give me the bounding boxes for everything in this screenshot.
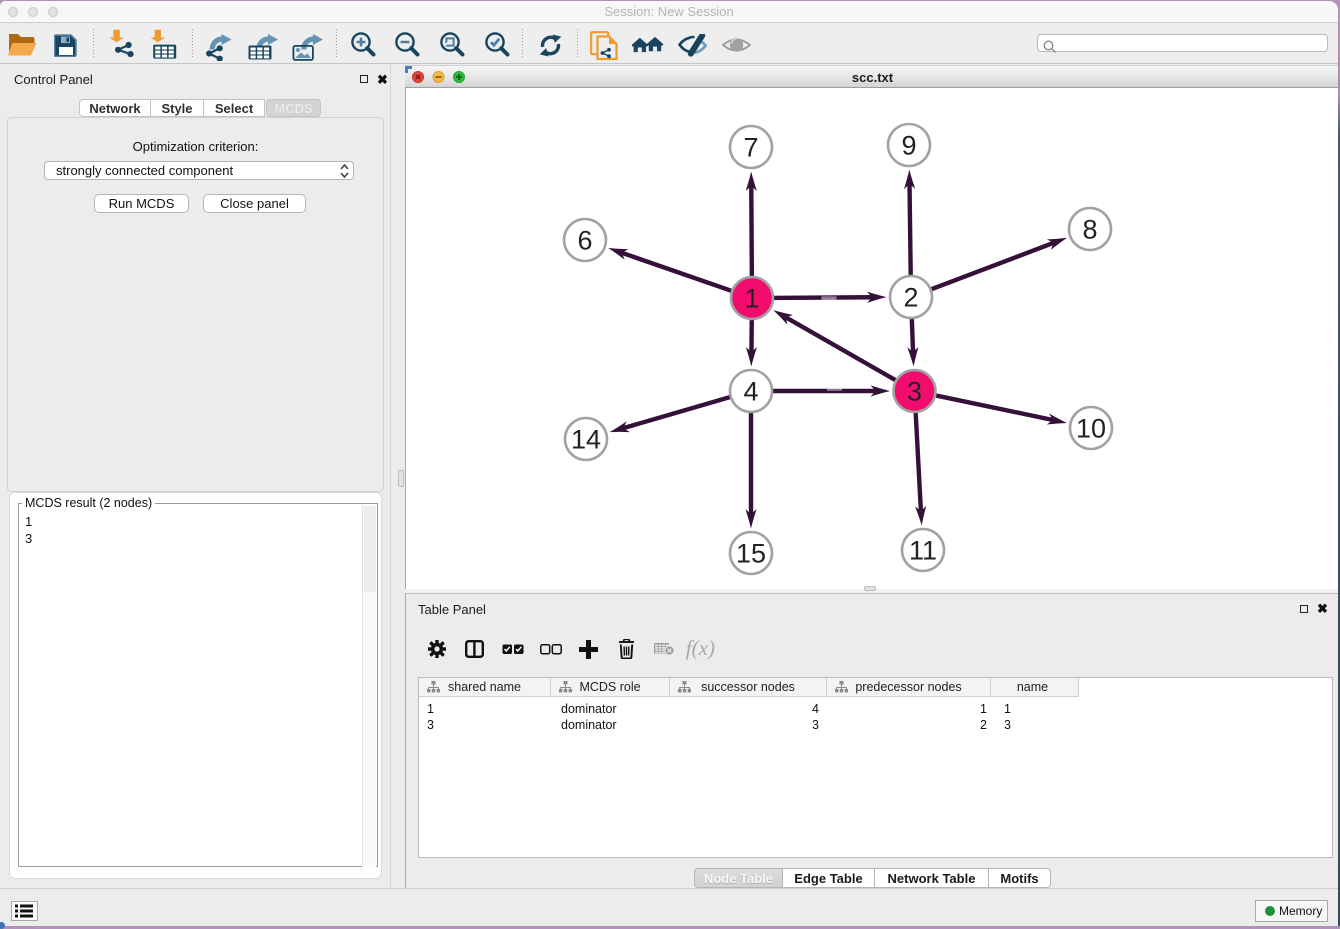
- svg-text:9: 9: [901, 131, 916, 161]
- svg-text:10: 10: [1076, 414, 1106, 444]
- svg-text:1: 1: [744, 284, 759, 314]
- svg-text:4: 4: [743, 377, 758, 407]
- svg-text:3: 3: [907, 377, 922, 407]
- svg-text:2: 2: [903, 283, 918, 313]
- svg-text:11: 11: [909, 536, 937, 566]
- svg-text:14: 14: [571, 425, 601, 455]
- svg-text:7: 7: [743, 133, 758, 163]
- svg-text:8: 8: [1082, 215, 1097, 245]
- svg-text:15: 15: [736, 539, 766, 569]
- svg-text:6: 6: [577, 226, 592, 256]
